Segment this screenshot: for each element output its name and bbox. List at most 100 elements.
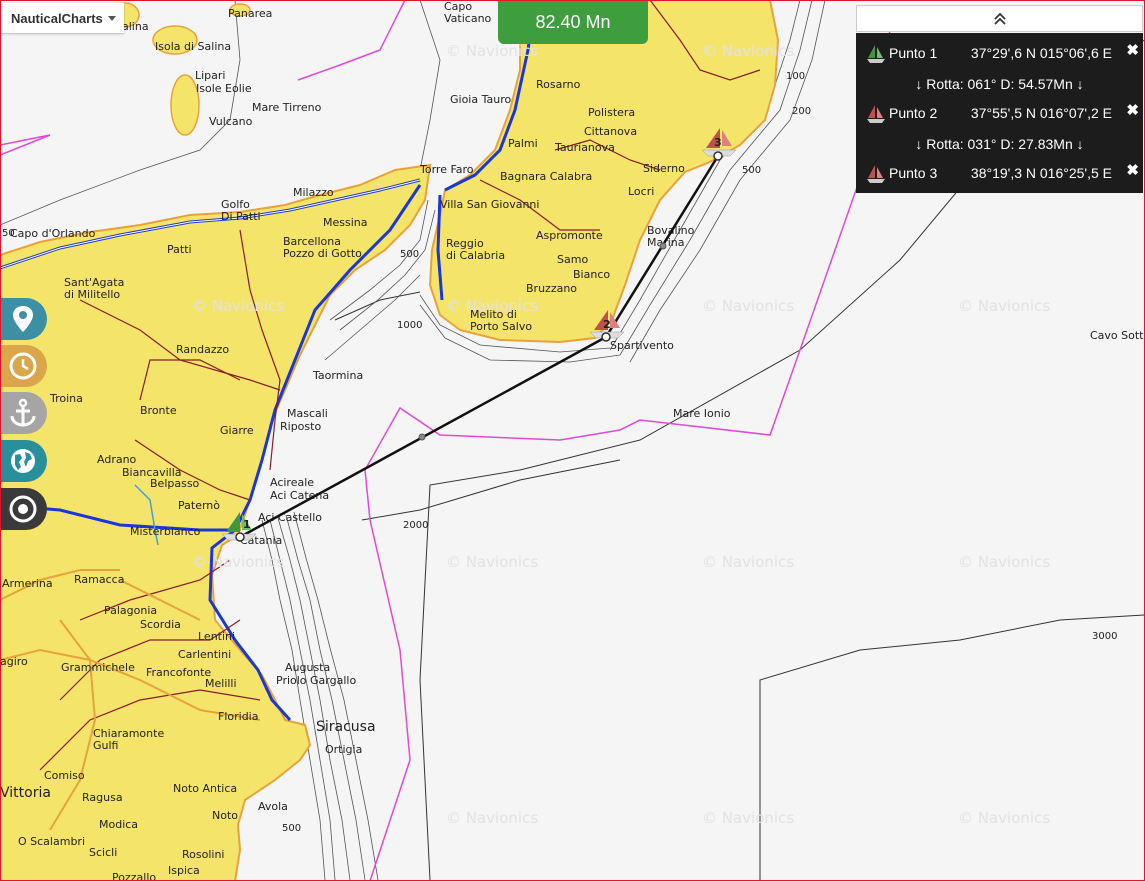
svg-text:Siderno: Siderno	[643, 162, 685, 175]
svg-text:500: 500	[282, 823, 301, 834]
svg-text:agiro: agiro	[0, 655, 28, 668]
location-button[interactable]	[0, 298, 47, 340]
clock-icon	[9, 352, 36, 380]
svg-text:alina: alina	[122, 20, 149, 33]
waypoint-row[interactable]: Punto 1 37°29',6 N 015°06',6 E ✖	[856, 39, 1143, 69]
svg-text:Comiso: Comiso	[44, 769, 85, 782]
waypoint-row[interactable]: Punto 3 38°19',3 N 016°25',5 E ✖	[856, 159, 1143, 189]
svg-text:Floridia: Floridia	[218, 710, 258, 723]
svg-text:Priolo Gargallo: Priolo Gargallo	[276, 674, 356, 687]
close-icon[interactable]: ✖	[1126, 161, 1139, 179]
svg-text:Vaticano: Vaticano	[444, 12, 492, 25]
svg-text:Pozzo di Gotto: Pozzo di Gotto	[283, 247, 362, 260]
svg-text:Acireale: Acireale	[270, 476, 314, 489]
sailboat-icon	[867, 165, 885, 183]
svg-text:Lentini: Lentini	[198, 630, 235, 643]
waypoint-coords: 37°55',5 N 016°07',2 E	[970, 105, 1112, 121]
chart-type-selector[interactable]: NauticalCharts	[0, 3, 124, 33]
svg-text:© Navionics: © Navionics	[192, 297, 284, 315]
chevron-down-icon	[108, 16, 116, 21]
svg-text:© Navionics: © Navionics	[446, 809, 538, 827]
svg-text:Locri: Locri	[628, 185, 654, 198]
sailboat-icon	[867, 45, 885, 63]
down-arrow-icon: ↓	[915, 136, 923, 152]
route-panel: Punto 1 37°29',6 N 015°06',6 E ✖ ↓ Rotta…	[856, 33, 1143, 193]
svg-text:Vittoria: Vittoria	[0, 785, 51, 801]
down-arrow-icon: ↓	[1076, 76, 1084, 92]
svg-text:© Navionics: © Navionics	[958, 297, 1050, 315]
svg-text:Bianco: Bianco	[573, 268, 610, 281]
route-leg-info: ↓ Rotta: 061° D: 54.57Mn ↓	[856, 69, 1143, 99]
svg-text:Taurianova: Taurianova	[554, 141, 615, 154]
svg-text:Paternò: Paternò	[178, 499, 220, 512]
route-distance-value: 82.40 Mn	[535, 11, 611, 32]
svg-text:2: 2	[603, 318, 611, 331]
globe-button[interactable]	[0, 440, 47, 482]
svg-text:Bruzzano: Bruzzano	[526, 282, 577, 295]
down-arrow-icon: ↓	[915, 76, 923, 92]
target-icon	[9, 495, 36, 523]
svg-text:© Navionics: © Navionics	[702, 553, 794, 571]
svg-text:Taormina: Taormina	[312, 369, 363, 382]
route-distance-badge[interactable]: 82.40 Mn	[498, 0, 648, 44]
svg-text:Messina: Messina	[323, 216, 368, 229]
waypoint-coords: 37°29',6 N 015°06',6 E	[970, 45, 1112, 61]
anchor-icon	[10, 398, 35, 427]
waypoint-name: Punto 2	[889, 105, 938, 121]
svg-text:3: 3	[714, 136, 722, 149]
svg-text:Porto Salvo: Porto Salvo	[470, 320, 532, 333]
svg-text:di Militello: di Militello	[64, 288, 120, 301]
chart-type-label: NauticalCharts	[11, 10, 103, 26]
svg-text:Vulcano: Vulcano	[209, 115, 253, 128]
svg-text:Rosarno: Rosarno	[536, 78, 581, 91]
waypoint-coords: 38°19',3 N 016°25',5 E	[970, 165, 1112, 181]
waypoint-row[interactable]: Punto 2 37°55',5 N 016°07',2 E ✖	[856, 99, 1143, 129]
svg-text:Spartivento: Spartivento	[610, 339, 674, 352]
target-button[interactable]	[0, 488, 47, 530]
svg-text:Villa San Giovanni: Villa San Giovanni	[440, 198, 539, 211]
svg-text:© Navionics: © Navionics	[446, 553, 538, 571]
svg-text:Mare Ionio: Mare Ionio	[673, 407, 731, 420]
svg-text:Misterbianco: Misterbianco	[130, 525, 201, 538]
svg-text:Bronte: Bronte	[140, 404, 177, 417]
svg-text:© Navionics: © Navionics	[446, 42, 538, 60]
route-midpoint-handle[interactable]	[418, 433, 426, 441]
svg-text:Noto: Noto	[212, 809, 238, 822]
svg-text:Palagonia: Palagonia	[104, 604, 157, 617]
svg-text:Siracusa: Siracusa	[316, 719, 376, 735]
svg-text:© Navionics: © Navionics	[702, 42, 794, 60]
svg-text:Augusta: Augusta	[285, 661, 330, 674]
svg-text:O Scalambri: O Scalambri	[18, 835, 85, 848]
svg-text:Di Patti: Di Patti	[221, 210, 261, 223]
svg-text:© Navionics: © Navionics	[958, 809, 1050, 827]
svg-text:di Calabria: di Calabria	[446, 249, 505, 262]
svg-text:500: 500	[400, 249, 419, 260]
svg-text:Rosolini: Rosolini	[182, 848, 224, 861]
waypoint-name: Punto 3	[889, 165, 938, 181]
svg-text:Aspromonte: Aspromonte	[536, 229, 603, 242]
history-button[interactable]	[0, 345, 47, 387]
svg-text:Lipari: Lipari	[195, 69, 226, 82]
leg-text: Rotta: 031° D: 27.83Mn	[926, 136, 1073, 152]
svg-text:© Navionics: © Navionics	[958, 553, 1050, 571]
svg-text:Belpasso: Belpasso	[150, 477, 200, 490]
svg-text:Mascali: Mascali	[287, 407, 328, 420]
svg-text:Panarea: Panarea	[228, 7, 272, 20]
waypoint-name: Punto 1	[889, 45, 938, 61]
svg-text:Riposto: Riposto	[280, 420, 321, 433]
svg-text:Scordia: Scordia	[140, 618, 181, 631]
route-leg-info: ↓ Rotta: 031° D: 27.83Mn ↓	[856, 129, 1143, 159]
svg-text:Ramacca: Ramacca	[74, 573, 124, 586]
leg-text: Rotta: 061° D: 54.57Mn	[926, 76, 1073, 92]
svg-text:Torre Faro: Torre Faro	[419, 163, 474, 176]
globe-icon	[10, 449, 35, 473]
panel-collapse-button[interactable]	[856, 5, 1143, 32]
route-midpoint-handle[interactable]	[659, 242, 667, 250]
close-icon[interactable]: ✖	[1126, 41, 1139, 59]
anchor-button[interactable]	[0, 392, 47, 434]
double-chevron-up-icon	[993, 12, 1006, 25]
svg-text:Noto Antica: Noto Antica	[173, 782, 237, 795]
svg-text:Ragusa: Ragusa	[82, 791, 123, 804]
close-icon[interactable]: ✖	[1126, 101, 1139, 119]
svg-text:Patti: Patti	[167, 243, 192, 256]
